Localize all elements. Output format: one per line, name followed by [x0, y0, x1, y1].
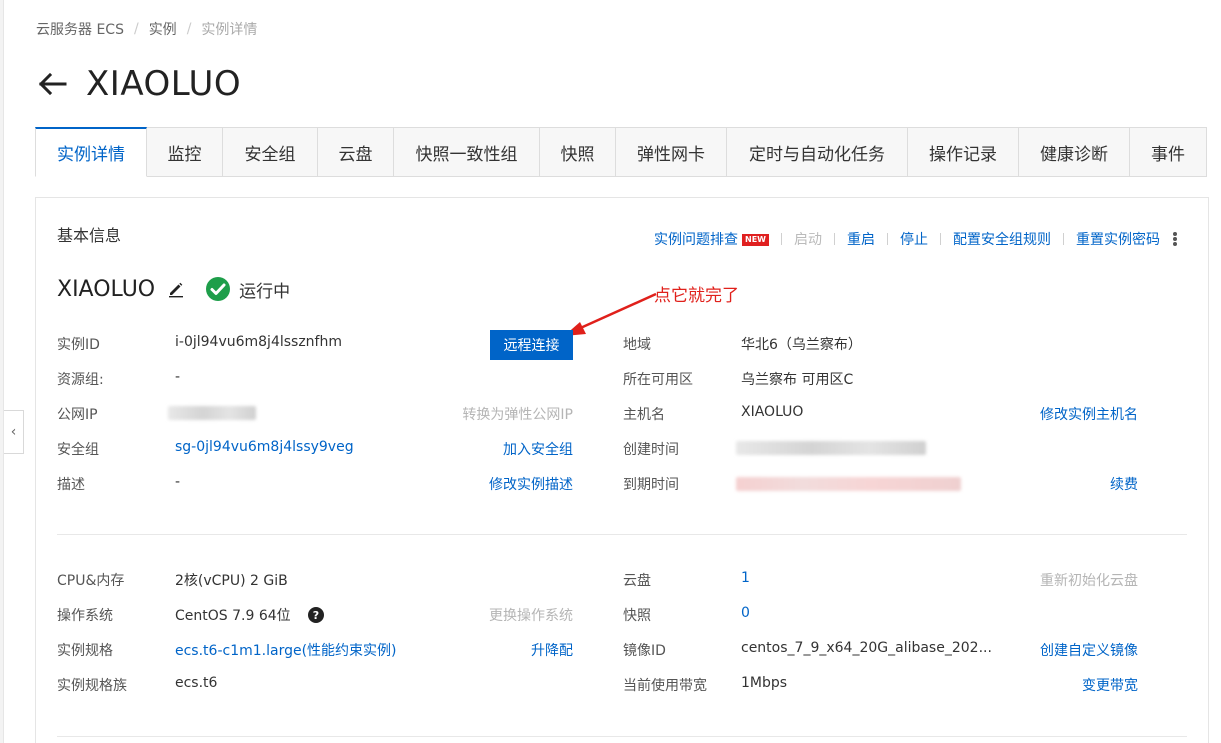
- disk-count-link[interactable]: 1: [741, 570, 750, 586]
- annotation-text: 点它就完了: [654, 286, 739, 306]
- check-circle-icon: [206, 277, 231, 301]
- expire-time-label: 到期时间: [623, 477, 679, 493]
- spec-family-value: ecs.t6: [175, 675, 218, 691]
- remote-connect-button[interactable]: 远程连接: [490, 330, 573, 360]
- back-arrow-icon[interactable]: [36, 68, 68, 100]
- hostname-label: 主机名: [623, 407, 665, 423]
- resource-group-label: 资源组:: [57, 372, 104, 388]
- config-sg-rules-button[interactable]: 配置安全组规则: [953, 229, 1051, 249]
- new-badge: NEW: [742, 234, 769, 246]
- tab-snapshots[interactable]: 快照: [540, 127, 616, 177]
- instance-id-label: 实例ID: [57, 337, 100, 353]
- action-divider: [834, 233, 835, 245]
- region-value: 华北6（乌兰察布）: [741, 337, 862, 353]
- modify-description-link[interactable]: 修改实例描述: [436, 474, 573, 494]
- breadcrumb-current: 实例详情: [201, 22, 258, 38]
- status-text: 运行中: [239, 281, 291, 302]
- renew-link[interactable]: 续费: [1036, 474, 1138, 494]
- os-label: 操作系统: [57, 608, 113, 624]
- cpu-mem-label: CPU&内存: [57, 573, 125, 589]
- spec-link[interactable]: ecs.t6-c1m1.large(性能约束实例): [175, 640, 397, 660]
- instance-id-value: i-0jl94vu6m8j4lssznfhm: [175, 334, 342, 350]
- public-ip-label: 公网IP: [57, 407, 98, 423]
- bandwidth-value: 1Mbps: [741, 675, 788, 691]
- breadcrumb: 云服务器 ECS / 实例 / 实例详情: [36, 19, 257, 39]
- left-gutter: [0, 0, 4, 743]
- instance-name-row: XIAOLUO 运行中: [57, 274, 290, 304]
- convert-eip-link: 转换为弹性公网IP: [462, 407, 573, 423]
- basic-info-panel: 基本信息 实例问题排查 NEW 启动 重启 停止 配置安全组规则 重置实例密码 X…: [35, 197, 1209, 743]
- instance-name: XIAOLUO: [57, 276, 156, 302]
- spec-family-label: 实例规格族: [57, 678, 127, 694]
- stop-button[interactable]: 停止: [900, 229, 928, 249]
- image-id-label: 镜像ID: [623, 643, 666, 659]
- tab-bar: 实例详情 监控 安全组 云盘 快照一致性组 快照 弹性网卡 定时与自动化任务 操…: [35, 127, 1207, 177]
- start-button: 启动: [794, 232, 822, 248]
- upgrade-link[interactable]: 升降配: [456, 640, 573, 660]
- public-ip-redacted: [168, 406, 256, 420]
- change-bandwidth-link[interactable]: 变更带宽: [1016, 675, 1138, 695]
- tab-disks[interactable]: 云盘: [318, 127, 394, 177]
- hostname-value: XIAOLUO: [741, 404, 804, 420]
- page-header: XIAOLUO: [36, 62, 241, 106]
- bandwidth-label: 当前使用带宽: [623, 678, 707, 694]
- snapshot-count-link[interactable]: 0: [741, 605, 750, 621]
- action-divider: [1063, 233, 1064, 245]
- page-title: XIAOLUO: [86, 64, 242, 104]
- action-bar: 实例问题排查 NEW 启动 重启 停止 配置安全组规则 重置实例密码: [654, 230, 1178, 248]
- breadcrumb-ecs[interactable]: 云服务器 ECS: [36, 19, 124, 39]
- section-title-basic-info: 基本信息: [57, 226, 122, 245]
- chevron-left-icon: ‹: [10, 424, 17, 440]
- cpu-mem-value: 2核(vCPU) 2 GiB: [175, 573, 288, 589]
- created-time-redacted: [736, 441, 926, 455]
- tab-health-diagnosis[interactable]: 健康诊断: [1019, 127, 1130, 177]
- resource-group-value: -: [175, 369, 181, 385]
- security-group-label: 安全组: [57, 442, 99, 458]
- action-divider: [781, 233, 782, 245]
- help-icon[interactable]: ?: [308, 607, 324, 623]
- section-divider: [57, 736, 1187, 737]
- disk-label: 云盘: [623, 573, 651, 589]
- image-id-value: centos_7_9_x64_20G_alibase_202...: [741, 640, 992, 656]
- tab-monitoring[interactable]: 监控: [147, 127, 223, 177]
- tab-snapshot-consistency-group[interactable]: 快照一致性组: [394, 127, 540, 177]
- description-value: -: [175, 474, 181, 490]
- edit-pencil-icon[interactable]: [167, 280, 185, 298]
- breadcrumb-instances[interactable]: 实例: [149, 19, 177, 39]
- sidebar-collapse-handle[interactable]: ‹: [4, 410, 24, 454]
- description-label: 描述: [57, 477, 85, 493]
- breadcrumb-separator: /: [186, 21, 192, 37]
- troubleshoot-label: 实例问题排查: [654, 232, 739, 248]
- expire-time-redacted: [736, 477, 961, 491]
- action-divider: [940, 233, 941, 245]
- more-vertical-icon[interactable]: [1172, 230, 1178, 248]
- create-image-link[interactable]: 创建自定义镜像: [986, 640, 1138, 660]
- action-divider: [887, 233, 888, 245]
- reset-password-button[interactable]: 重置实例密码: [1076, 229, 1160, 249]
- breadcrumb-separator: /: [133, 21, 139, 37]
- tab-instance-details[interactable]: 实例详情: [35, 127, 147, 177]
- spec-label: 实例规格: [57, 643, 113, 659]
- os-value: CentOS 7.9 64位: [175, 608, 291, 624]
- join-sg-link[interactable]: 加入安全组: [436, 439, 573, 459]
- tab-scheduled-tasks[interactable]: 定时与自动化任务: [727, 127, 908, 177]
- reinit-disk-link: 重新初始化云盘: [1040, 573, 1138, 589]
- change-os-link: 更换操作系统: [489, 608, 573, 624]
- zone-value: 乌兰察布 可用区C: [741, 372, 854, 388]
- snapshot-label: 快照: [623, 608, 651, 624]
- tab-operation-logs[interactable]: 操作记录: [908, 127, 1019, 177]
- zone-label: 所在可用区: [623, 372, 693, 388]
- created-time-label: 创建时间: [623, 442, 679, 458]
- tab-security-group[interactable]: 安全组: [223, 127, 318, 177]
- security-group-link[interactable]: sg-0jl94vu6m8j4lssy9veg: [175, 439, 354, 455]
- restart-button[interactable]: 重启: [847, 229, 875, 249]
- region-label: 地域: [623, 337, 651, 353]
- section-divider: [57, 534, 1187, 535]
- troubleshoot-link[interactable]: 实例问题排查 NEW: [654, 229, 769, 249]
- tab-events[interactable]: 事件: [1130, 127, 1207, 177]
- tab-eni[interactable]: 弹性网卡: [616, 127, 727, 177]
- modify-hostname-link[interactable]: 修改实例主机名: [986, 404, 1138, 424]
